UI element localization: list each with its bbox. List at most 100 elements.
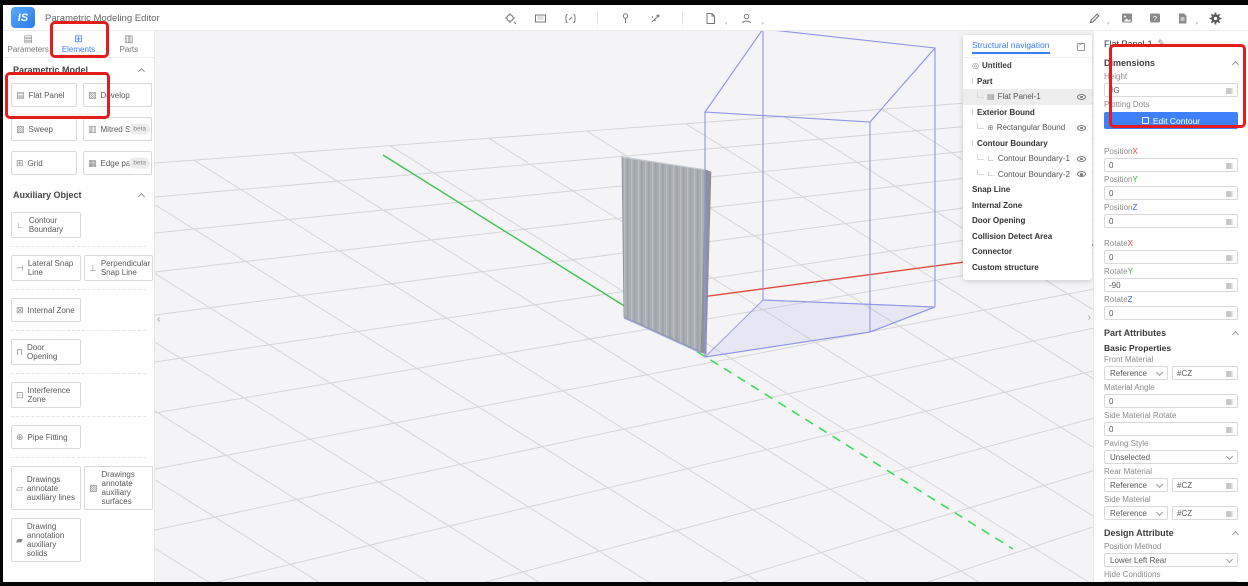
structural-navigation-panel: Structural navigation ◎ Untitled Part ▤ … (963, 35, 1092, 280)
measure-settings-icon[interactable] (499, 8, 521, 28)
flat-panel-icon: ▤ (987, 93, 995, 101)
calculator-icon[interactable]: ▦ (1225, 397, 1233, 406)
tab-elements[interactable]: ⊞ Elements (53, 31, 103, 57)
section-auxiliary-object[interactable]: Auxiliary Object (3, 183, 154, 204)
section-design-attribute[interactable]: Design Attribute (1094, 523, 1248, 540)
side-material-code-input[interactable]: #CZ ▦ (1172, 506, 1238, 520)
dock-panel-icon[interactable] (1077, 43, 1085, 51)
interference-zone-button[interactable]: ⊡ Interference Zone (11, 382, 81, 408)
keyboard-icon[interactable] (529, 8, 551, 28)
nav-item-contour-boundary-1[interactable]: ∟ Contour Boundary-1 (963, 151, 1092, 167)
drawings-annotate-surfaces-button[interactable]: ▨ Drawings annotate auxiliary surfaces (84, 466, 153, 510)
user-icon[interactable] (736, 8, 758, 28)
calculator-icon[interactable]: ▦ (1225, 481, 1233, 490)
flat-panel-solid[interactable] (622, 157, 711, 354)
drawings-annotate-lines-button[interactable]: ▱ Drawings annotate auxiliary lines (11, 466, 81, 510)
calculator-icon[interactable]: ▦ (1225, 281, 1233, 290)
internal-zone-button[interactable]: ⊠ Internal Zone (11, 298, 81, 322)
nav-item-flat-panel-1[interactable]: ▤ Flat Panel-1 (963, 89, 1092, 105)
nav-item-collision-detect-area[interactable]: Collision Detect Area (963, 229, 1092, 245)
rear-material-code-input[interactable]: #CZ ▦ (1172, 478, 1238, 492)
visibility-eye-icon[interactable] (1077, 125, 1086, 131)
dropdown-caret-icon[interactable]: ▾ (1107, 21, 1110, 27)
nav-item-door-opening[interactable]: Door Opening (963, 213, 1092, 229)
front-material-select[interactable]: Reference (1104, 366, 1168, 380)
position-z-input[interactable]: 0 ▦ (1104, 214, 1238, 228)
nav-item-rectangular-bound[interactable]: ⊕ Rectangular Bound (963, 120, 1092, 136)
nav-group-contour-boundary[interactable]: Contour Boundary (963, 136, 1092, 152)
nav-item-snap-line[interactable]: Snap Line (963, 182, 1092, 198)
nav-root-untitled[interactable]: ◎ Untitled (963, 58, 1092, 74)
aux-row: ▱ Drawings annotate auxiliary lines ▨ Dr… (3, 458, 154, 510)
snap-angle-icon[interactable] (644, 8, 666, 28)
lateral-snap-line-button[interactable]: ⊣ Lateral Snap Line (11, 255, 81, 281)
rotate-y-input[interactable]: -90 ▦ (1104, 278, 1238, 292)
pin-icon[interactable] (614, 8, 636, 28)
section-parametric-model[interactable]: Parametric Model (3, 58, 154, 79)
position-y-input[interactable]: 0 ▦ (1104, 186, 1238, 200)
edit-contour-button[interactable]: Edit Contour (1104, 112, 1238, 129)
mitred-sweep-button[interactable]: ▥ Mitred Swee beta (83, 117, 152, 141)
rotate-x-input[interactable]: 0 ▦ (1104, 250, 1238, 264)
section-dimensions[interactable]: Dimensions (1094, 53, 1248, 70)
hide-conditions-select[interactable]: No (1104, 581, 1238, 582)
image-icon[interactable] (1116, 8, 1138, 28)
door-opening-button[interactable]: ⊓ Door Opening (11, 339, 81, 365)
nav-item-contour-boundary-2[interactable]: ∟ Contour Boundary-2 (963, 167, 1092, 183)
nav-item-custom-structure[interactable]: Custom structure (963, 260, 1092, 276)
calculator-icon[interactable]: ▦ (1225, 425, 1233, 434)
visibility-eye-icon[interactable] (1077, 156, 1086, 162)
front-material-code-input[interactable]: #CZ ▦ (1172, 366, 1238, 380)
tab-parameters[interactable]: ▤ Parameters (3, 31, 53, 57)
side-material-rotate-input[interactable]: 0 ▦ (1104, 422, 1238, 436)
rotate-z-input[interactable]: 0 ▦ (1104, 306, 1238, 320)
calculator-icon[interactable]: ▦ (1225, 161, 1233, 170)
calculator-icon[interactable]: ▦ (1225, 369, 1233, 378)
calculator-icon[interactable]: ▦ (1225, 189, 1233, 198)
collapse-left-panel-handle[interactable]: ‹ (157, 315, 160, 325)
structural-navigation-title[interactable]: Structural navigation (972, 40, 1050, 54)
pipe-fitting-button[interactable]: ⊕ Pipe Fitting (11, 425, 81, 449)
calculator-icon[interactable]: ▦ (1225, 309, 1233, 318)
develop-button[interactable]: ▧ Develop (83, 83, 152, 107)
document-icon[interactable] (699, 8, 721, 28)
nav-group-part[interactable]: Part (963, 74, 1092, 90)
edit-pencil-icon[interactable] (1083, 8, 1105, 28)
section-part-attributes[interactable]: Part Attributes (1094, 323, 1248, 340)
dropdown-caret-icon[interactable]: ▾ (762, 21, 765, 27)
settings-gear-icon[interactable] (1204, 8, 1226, 28)
calculator-icon[interactable]: ▦ (1225, 509, 1233, 518)
paving-style-select[interactable]: Unselected (1104, 450, 1238, 464)
rename-pencil-icon[interactable]: ✎ (1158, 38, 1166, 49)
material-angle-input[interactable]: 0 ▦ (1104, 394, 1238, 408)
collapse-right-panel-handle[interactable]: › (1088, 313, 1091, 323)
viewport-3d[interactable]: ‹ › (155, 31, 1093, 582)
dimension-style-icon[interactable] (559, 8, 581, 28)
height-input[interactable]: #G ▦ (1104, 83, 1238, 97)
contour-boundary-button[interactable]: ∟ Contour Boundary (11, 212, 81, 238)
interference-zone-icon: ⊡ (16, 391, 24, 400)
dropdown-caret-icon[interactable]: ▾ (725, 21, 728, 27)
nav-item-internal-zone[interactable]: Internal Zone (963, 198, 1092, 214)
position-x-input[interactable]: 0 ▦ (1104, 158, 1238, 172)
calculator-icon[interactable]: ▦ (1225, 253, 1233, 262)
nav-item-connector[interactable]: Connector (963, 244, 1092, 260)
dropdown-caret-icon[interactable]: ▾ (1196, 21, 1199, 27)
calculator-icon[interactable]: ▦ (1225, 86, 1233, 95)
position-method-select[interactable]: Lower Left Rear (1104, 553, 1238, 567)
drawing-annotation-solids-button[interactable]: ▰ Drawing annotation auxiliary solids (11, 518, 81, 562)
nav-group-exterior-bound[interactable]: Exterior Bound (963, 105, 1092, 121)
tab-parts[interactable]: ▥ Parts (104, 31, 154, 57)
flat-panel-button[interactable]: ▤ Flat Panel (11, 83, 77, 107)
calculator-icon[interactable]: ▦ (1225, 217, 1233, 226)
sweep-button[interactable]: ▨ Sweep (11, 117, 77, 141)
rear-material-select[interactable]: Reference (1104, 478, 1168, 492)
help-icon[interactable]: ? (1144, 8, 1166, 28)
side-material-select[interactable]: Reference (1104, 506, 1168, 520)
document-icon[interactable] (1172, 8, 1194, 28)
grid-button[interactable]: ⊞ Grid (11, 151, 77, 175)
perpendicular-snap-line-button[interactable]: ⊥ Perpendicular Snap Line (84, 255, 153, 281)
visibility-eye-icon[interactable] (1077, 171, 1086, 177)
visibility-eye-icon[interactable] (1077, 94, 1086, 100)
edge-panel-button[interactable]: ▦ Edge panel beta (83, 151, 152, 175)
